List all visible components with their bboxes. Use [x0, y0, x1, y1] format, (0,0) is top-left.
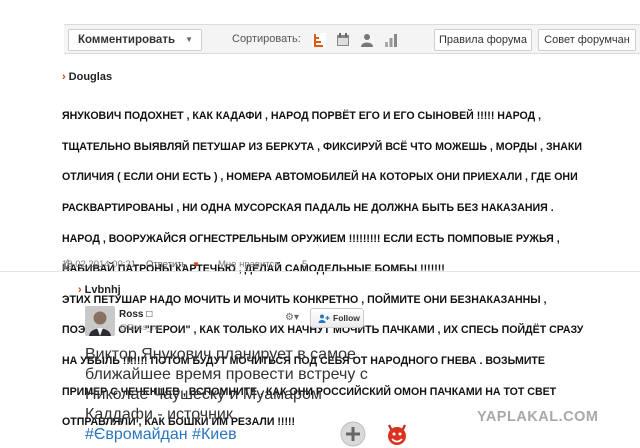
- tweet-hashtags[interactable]: #Євромайдан #Киев: [85, 426, 237, 443]
- follow-label: Follow: [333, 313, 360, 323]
- avatar[interactable]: [85, 306, 115, 336]
- tweet-author-name[interactable]: Ross □: [119, 309, 152, 320]
- rating-bars-icon[interactable]: [384, 33, 398, 47]
- comment-divider: [0, 271, 640, 272]
- chevron-down-icon[interactable]: ▼: [192, 260, 200, 269]
- tweet-author-handle[interactable]: @Ross_ru: [119, 322, 159, 332]
- comment-line: ОТЛИЧИЯ ( ЕСЛИ ОНИ ЕСТЬ ) , НОМЕРА АВТОМ…: [62, 171, 578, 184]
- forum-advice-button[interactable]: Совет форумчан: [538, 29, 636, 51]
- comment-line: ЭТИХ ПЕТУШАР НАДО МОЧИТЬ И МОЧИТЬ КОНКРЕ…: [62, 293, 547, 306]
- reply-button[interactable]: Ответить: [146, 259, 187, 270]
- comment-button[interactable]: Комментировать ▼: [68, 29, 202, 51]
- comment-line: РАСКВАРТИРОВАНЫ , НИ ОДНА МУСОРСКАЯ ПАДА…: [62, 202, 554, 215]
- comment-date: 19.02.2014 00:21: [62, 259, 136, 270]
- comment-line: ЯНУКОВИЧ ПОДОХНЕТ , КАК КАДАФИ , НАРОД П…: [62, 110, 542, 123]
- verified-icon: □: [146, 309, 153, 320]
- person-photo-icon: [85, 306, 115, 336]
- ladder-icon[interactable]: [312, 33, 326, 47]
- likes-count: 5: [302, 259, 308, 270]
- like-button[interactable]: Мне нравится: [218, 259, 279, 270]
- author-marker-icon: ›: [62, 71, 66, 83]
- follow-button[interactable]: Follow: [310, 308, 364, 328]
- gear-icon[interactable]: ⚙▾: [285, 312, 299, 323]
- tweet-body: Виктор Янукович планирует в самое ближай…: [85, 346, 368, 423]
- follow-person-icon: [318, 314, 330, 323]
- calendar-icon[interactable]: [336, 33, 350, 47]
- author-name: Douglas: [68, 71, 113, 83]
- devil-smiley-icon: [388, 424, 406, 445]
- plus-circle-icon[interactable]: [340, 421, 366, 447]
- comment-line: ТЩАТЕЛЬНО ВЫЯВЛЯЙ ПЕТУШАР ИЗ БЕРКУТА , Ф…: [62, 140, 582, 153]
- sort-label: Сортировать:: [232, 33, 301, 45]
- comment-author[interactable]: › Douglas: [62, 71, 112, 83]
- comment-author[interactable]: › Lvbnhj: [78, 284, 121, 296]
- author-name: Lvbnhj: [84, 284, 121, 296]
- user-icon[interactable]: [360, 33, 374, 47]
- chevron-down-icon: ▼: [185, 35, 193, 44]
- comment-button-label: Комментировать: [78, 34, 176, 46]
- forum-rules-button[interactable]: Правила форума: [434, 29, 532, 51]
- author-marker-icon: ›: [78, 284, 82, 296]
- comment-toolbar: Комментировать ▼ Сортировать: Правила фо…: [64, 24, 640, 54]
- site-watermark: YAPLAKAL.COM: [477, 409, 599, 425]
- comment-line: НАРОД , ВООРУЖАЙСЯ ОГНЕСТРЕЛЬНЫМ ОРУЖИЕМ…: [62, 232, 560, 245]
